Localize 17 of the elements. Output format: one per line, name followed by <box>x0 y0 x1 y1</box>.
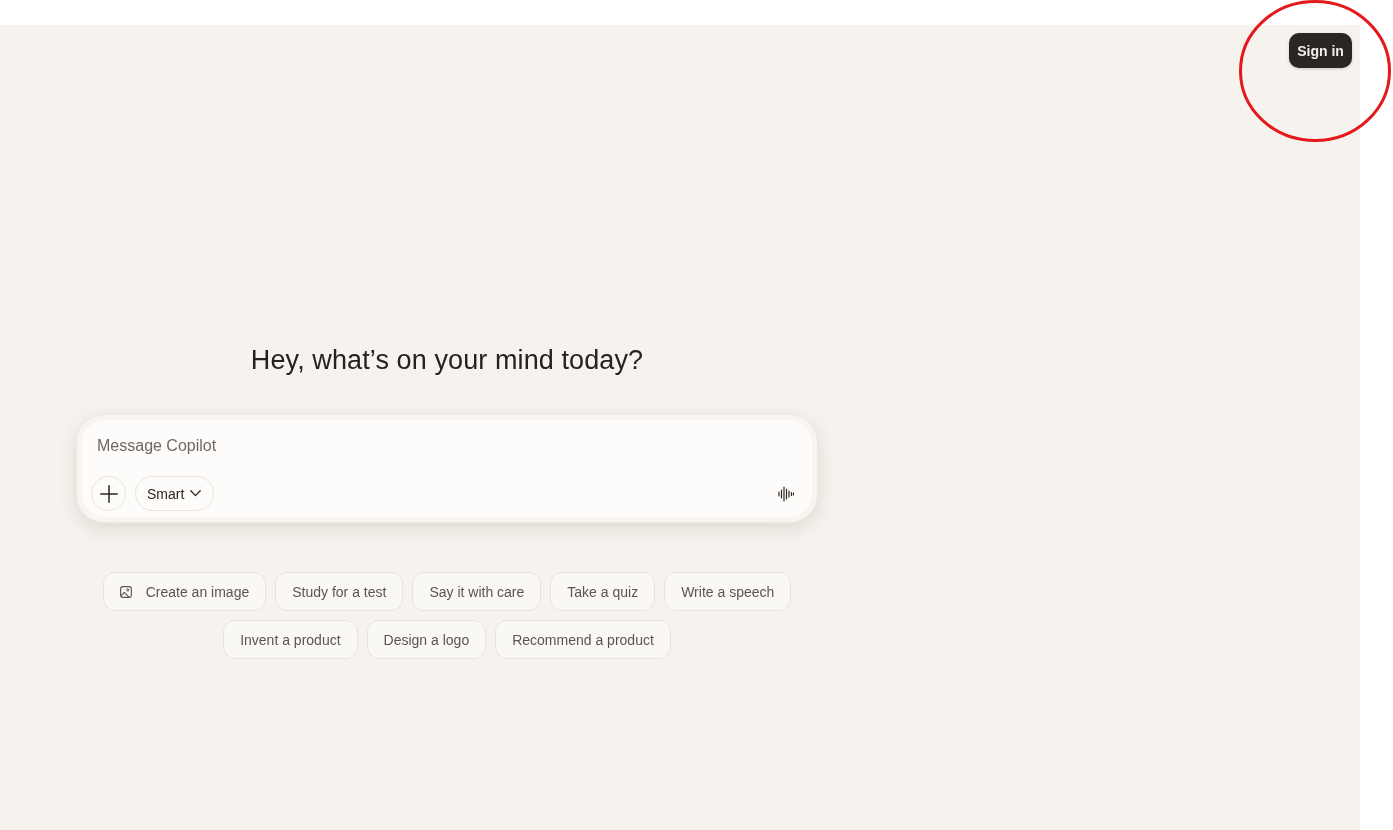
suggestion-chip[interactable]: Invent a product <box>223 620 358 659</box>
chevron-down-icon <box>190 490 202 497</box>
add-button[interactable] <box>91 476 126 511</box>
sign-in-button[interactable]: Sign in <box>1289 33 1352 68</box>
suggestion-chip[interactable]: Create an image <box>102 572 267 611</box>
image-icon <box>119 585 132 598</box>
waveform-icon[interactable] <box>778 485 794 502</box>
suggestion-chip[interactable]: Take a quiz <box>550 572 656 611</box>
plus-icon <box>99 484 118 503</box>
suggestion-chip[interactable]: Design a logo <box>366 620 487 659</box>
mode-dropdown[interactable]: Smart <box>135 476 215 511</box>
suggestion-chip[interactable]: Recommend a product <box>495 620 671 659</box>
greeting-heading: Hey, what’s on your mind today? <box>250 344 644 377</box>
suggestion-chip[interactable]: Say it with care <box>412 572 542 611</box>
suggestion-chip[interactable]: Write a speech <box>664 572 792 611</box>
suggestion-chip[interactable]: Study for a test <box>275 572 404 611</box>
message-input[interactable]: Message Copilot <box>97 433 737 459</box>
